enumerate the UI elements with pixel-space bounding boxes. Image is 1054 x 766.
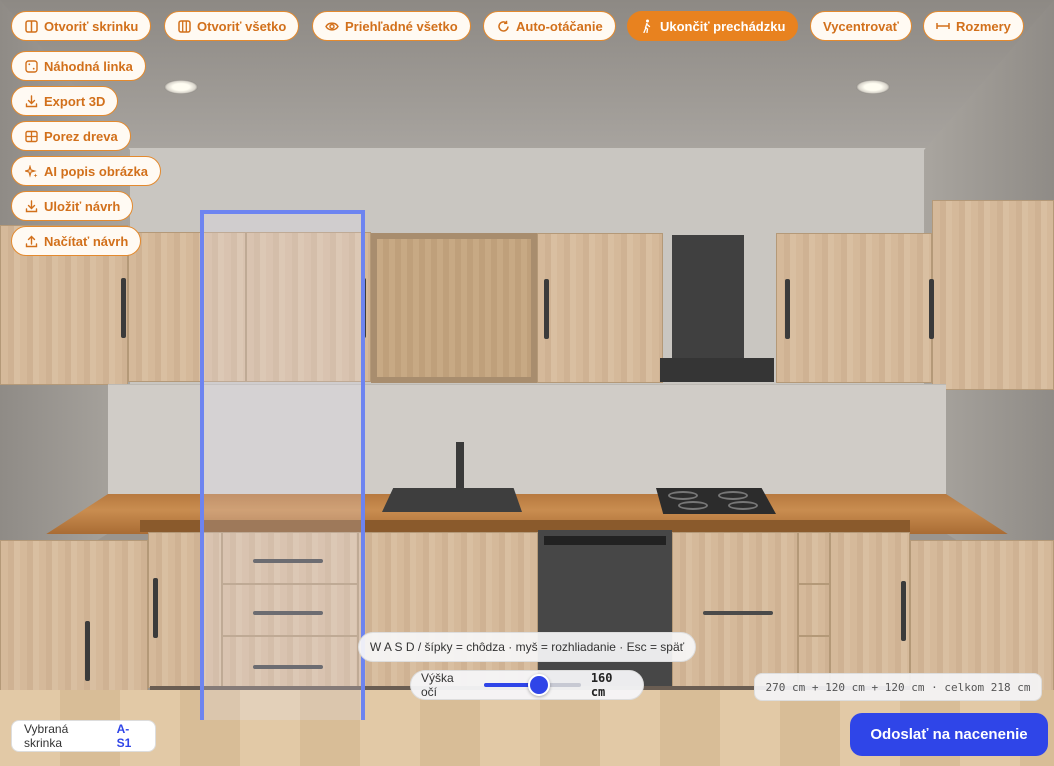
cabinet-handle [785,279,790,339]
cabinet-handle [153,578,158,638]
cabinet-handle [544,279,549,339]
rotate-icon [496,19,510,33]
eye-height-label: Výška očí [421,671,454,699]
drawer[interactable] [798,584,830,636]
burner [728,501,758,510]
sink [382,488,522,512]
submit-for-quote-button[interactable]: Odoslať na nacenenie [850,713,1048,756]
walk-controls-hint: W A S D / šípky = chôdza · myš = rozhlia… [358,632,696,662]
ai-description-button[interactable]: AI popis obrázka [11,156,162,186]
wood-cutting-label: Porez dreva [44,128,118,144]
dimensions-label: Rozmery [956,18,1011,34]
grid-icon [24,129,38,143]
columns-icon [177,19,191,33]
export-3d-label: Export 3D [44,93,106,109]
selected-cabinet-code: A-S1 [116,722,132,750]
range-hood [672,235,744,360]
sparkle-icon [24,164,38,178]
lower-cabinet[interactable] [672,532,798,688]
random-kitchen-button[interactable]: Náhodná linka [11,51,146,81]
eye-height-value: 160 cm [590,671,613,699]
transparent-all-label: Priehľadné všetko [345,18,458,34]
open-upper-cabinet[interactable] [371,233,537,383]
eye-height-control: Výška očí 160 cm [410,670,644,700]
open-all-button[interactable]: Otvoriť všetko [164,11,300,41]
upload-icon [24,234,38,248]
export-3d-button[interactable]: Export 3D [11,86,119,116]
transparent-all-button[interactable]: Priehľadné všetko [312,11,471,41]
upper-cabinet[interactable] [537,233,663,383]
save-design-button[interactable]: Uložiť návrh [11,191,134,221]
cabinet-handle [121,278,126,338]
open-cabinet-label: Otvoriť skrinku [44,18,139,34]
upper-cabinet[interactable] [929,200,1054,390]
selected-cabinet-label: Vybraná skrinka [24,722,69,750]
random-kitchen-label: Náhodná linka [44,58,133,74]
center-button[interactable]: Vycentrovať [810,11,912,41]
eye-icon [325,19,339,33]
cooktop [656,488,776,514]
download-icon [24,94,38,108]
drawer-handle [703,611,773,615]
burner [668,491,698,500]
dice-icon [24,59,38,73]
wood-cutting-button[interactable]: Porez dreva [11,121,131,151]
cabinet-handle [929,279,934,339]
upper-cabinet[interactable] [776,233,932,383]
eye-height-slider[interactable] [483,674,581,696]
drawer[interactable] [798,532,830,584]
lower-cabinet[interactable] [0,540,148,710]
door-icon [24,19,38,33]
auto-rotate-button[interactable]: Auto-otáčanie [483,11,616,41]
ruler-icon [936,19,950,33]
selected-cabinet-outline[interactable] [200,210,365,720]
dimensions-readout: 270 cm + 120 cm + 120 cm · celkom 218 cm [754,673,1042,701]
load-design-label: Načítať návrh [44,233,129,249]
dimensions-button[interactable]: Rozmery [923,11,1024,41]
download-icon [24,199,38,213]
lower-cabinet[interactable] [830,532,910,688]
faucet [456,442,464,492]
ceiling-light [856,80,890,94]
burner [678,501,708,510]
dishwasher-panel [544,536,666,545]
open-cabinet-button[interactable]: Otvoriť skrinku [11,11,152,41]
ai-description-label: AI popis obrázka [44,163,149,179]
load-design-button[interactable]: Načítať návrh [11,226,142,256]
cabinet-handle [85,621,90,681]
cabinet-handle [901,581,906,641]
slider-thumb[interactable] [527,674,550,696]
walk-icon [640,19,654,33]
range-hood-base [660,358,774,382]
ceiling-light [164,80,198,94]
dishwasher [538,530,672,688]
end-walkthrough-label: Ukončiť prechádzku [660,18,786,34]
auto-rotate-label: Auto-otáčanie [516,18,603,34]
center-label: Vycentrovať [823,18,899,34]
burner [718,491,748,500]
selected-cabinet-badge: Vybraná skrinka A-S1 [11,720,156,752]
open-all-label: Otvoriť všetko [197,18,287,34]
lower-cabinet[interactable] [358,532,538,688]
end-walkthrough-button[interactable]: Ukončiť prechádzku [627,11,799,41]
save-design-label: Uložiť návrh [44,198,121,214]
